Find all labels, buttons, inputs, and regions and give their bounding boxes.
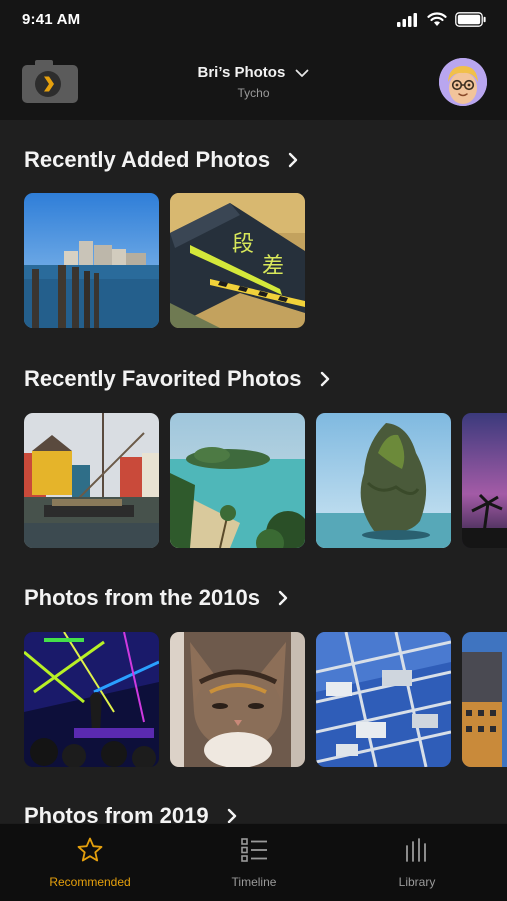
tab-label: Timeline (231, 875, 277, 889)
photo-row-recently-favorited[interactable] (24, 413, 507, 548)
section-header-2010s[interactable]: Photos from the 2010s (24, 585, 288, 611)
section-header-recently-added[interactable]: Recently Added Photos (24, 147, 298, 173)
bars-icon (406, 838, 426, 862)
bottom-tab-bar: Recommended Timeline Library (0, 823, 507, 901)
status-time: 9:41 AM (22, 11, 81, 28)
chevron-right-icon (227, 808, 236, 823)
tab-library[interactable]: Library (352, 836, 482, 889)
recommended-content[interactable]: Recently Added Photos 段 差 Recently Favor… (0, 120, 507, 823)
tab-label: Library (398, 875, 436, 889)
battery-icon (455, 12, 486, 27)
section-title: Photos from 2019 (24, 803, 209, 823)
chevron-right-icon (278, 590, 288, 606)
svg-text:段: 段 (232, 232, 254, 257)
photo-row-recently-added[interactable]: 段 差 (24, 193, 507, 328)
tab-label: Recommended (49, 875, 131, 889)
tab-recommended[interactable]: Recommended (25, 836, 155, 889)
list-icon (241, 838, 267, 862)
svg-text:差: 差 (262, 254, 284, 279)
cellular-signal-icon (397, 12, 417, 27)
photo-thumbnail[interactable] (462, 632, 507, 767)
avatar[interactable] (439, 58, 487, 106)
section-header-2019[interactable]: Photos from 2019 (24, 803, 237, 823)
library-name: Bri’s Photos (197, 64, 286, 81)
photo-row-2010s[interactable] (24, 632, 507, 767)
photo-thumbnail[interactable]: 段 差 (170, 193, 305, 328)
app-header: Bri’s Photos Tycho (0, 44, 507, 120)
status-icons (397, 12, 487, 27)
photo-thumbnail[interactable] (24, 632, 159, 767)
photo-thumbnail[interactable] (316, 413, 451, 548)
section-title: Photos from the 2010s (24, 585, 260, 610)
photo-thumbnail[interactable] (24, 193, 159, 328)
photo-thumbnail[interactable] (170, 413, 305, 548)
server-name: Tycho (237, 86, 270, 100)
tab-timeline[interactable]: Timeline (189, 836, 319, 889)
wifi-icon (427, 12, 447, 26)
section-title: Recently Added Photos (24, 147, 271, 172)
photo-thumbnail[interactable] (24, 413, 159, 548)
photo-thumbnail[interactable] (170, 632, 305, 767)
chevron-right-icon (320, 371, 329, 387)
status-bar: 9:41 AM (0, 0, 507, 44)
chevron-right-icon (288, 152, 298, 168)
photo-thumbnail[interactable] (316, 632, 451, 767)
star-icon (77, 837, 103, 862)
library-selector[interactable]: Bri’s Photos (0, 64, 507, 81)
chevron-down-icon (296, 69, 309, 77)
section-title: Recently Favorited Photos (24, 366, 302, 391)
section-header-recently-favorited[interactable]: Recently Favorited Photos (24, 366, 330, 392)
photo-thumbnail[interactable] (462, 413, 507, 548)
